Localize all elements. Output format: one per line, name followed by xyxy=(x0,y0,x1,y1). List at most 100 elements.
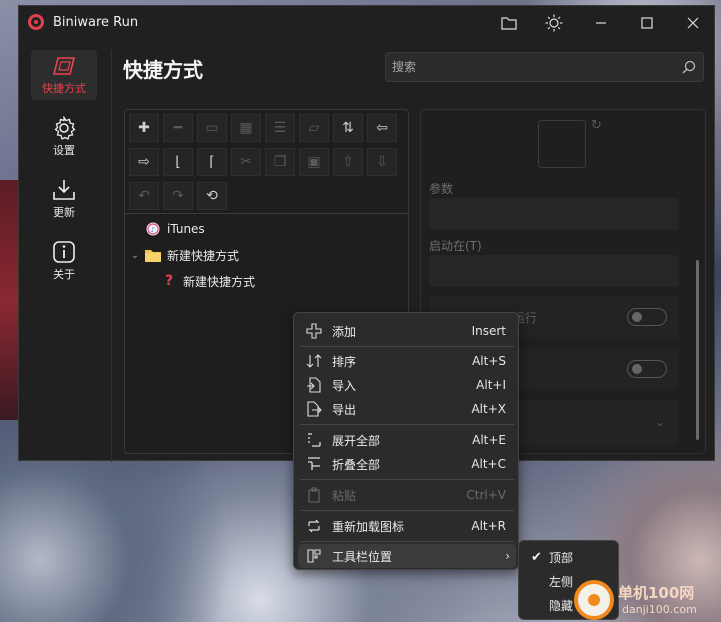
submenu-item-top[interactable]: ✔ 顶部 xyxy=(523,545,616,569)
edit-tool-button[interactable]: ▭ xyxy=(197,114,227,142)
search-icon[interactable] xyxy=(681,59,697,75)
close-button[interactable] xyxy=(678,12,708,34)
nav-item-about[interactable]: 关于 xyxy=(31,236,97,286)
option-toggle[interactable] xyxy=(627,360,667,378)
start-in-field[interactable] xyxy=(429,255,679,287)
export-tool-button[interactable]: ⇨ xyxy=(129,148,159,176)
watermark-logo-icon xyxy=(574,580,614,620)
shortcut-icon xyxy=(51,55,77,77)
itunes-icon: ♪ xyxy=(145,221,161,237)
panel-separator xyxy=(125,213,408,214)
menu-item-paste[interactable]: 粘贴 Ctrl+V xyxy=(298,483,516,507)
params-label: 参数 xyxy=(429,182,454,196)
scrollbar[interactable] xyxy=(696,260,699,440)
collapse-icon xyxy=(298,456,326,472)
menu-label: 折叠全部 xyxy=(332,457,381,472)
menu-item-collapse-all[interactable]: 折叠全部 Alt+C xyxy=(298,452,516,476)
folder-icon xyxy=(501,17,517,30)
watermark: 单机100网 danji100.com xyxy=(574,576,721,622)
app-title: Biniware Run xyxy=(53,15,139,30)
folder-tool-button[interactable]: ▱ xyxy=(299,114,329,142)
paste-icon: ▣ xyxy=(307,154,321,170)
redo-icon: ↷ xyxy=(172,188,184,204)
redo-tool-button[interactable]: ↷ xyxy=(163,182,193,210)
menu-item-expand-all[interactable]: 展开全部 Alt+E xyxy=(298,428,516,452)
chevron-right-icon: › xyxy=(505,549,510,563)
refresh-icon[interactable]: ↻ xyxy=(591,118,602,133)
move-down-tool-button[interactable]: ⇩ xyxy=(367,148,397,176)
grid-tool-button[interactable]: ▦ xyxy=(231,114,261,142)
context-menu: 添加 Insert 排序 Alt+S 导入 Alt+I 导出 Alt+X 展开全… xyxy=(293,312,519,570)
menu-item-reload-icons[interactable]: 重新加载图标 Alt+R xyxy=(298,514,516,538)
menu-item-toolbar-position[interactable]: 工具栏位置 › xyxy=(298,544,516,568)
nav-item-shortcuts[interactable]: 快捷方式 xyxy=(31,50,97,100)
menu-item-sort[interactable]: 排序 Alt+S xyxy=(298,349,516,373)
menu-shortcut: Alt+I xyxy=(476,378,506,392)
sort-tool-button[interactable]: ⇅ xyxy=(333,114,363,142)
cut-tool-button[interactable]: ✂ xyxy=(231,148,261,176)
menu-shortcut: Alt+C xyxy=(471,457,506,471)
menu-separator xyxy=(300,346,514,347)
page-title: 快捷方式 xyxy=(123,58,203,82)
expand-icon: ⌊ xyxy=(175,154,181,170)
watermark-text: 单机100网 xyxy=(618,584,695,602)
menu-shortcut: Alt+X xyxy=(471,402,506,416)
tree-item[interactable]: ♪ iTunes xyxy=(145,218,205,240)
maximize-button[interactable] xyxy=(632,12,662,34)
download-icon xyxy=(51,179,77,201)
submenu-label: 左侧 xyxy=(549,574,574,589)
tree-item-label: 新建快捷方式 xyxy=(167,248,240,263)
nav-divider xyxy=(111,50,112,462)
tree-item[interactable]: ? 新建快捷方式 xyxy=(161,270,255,292)
run-as-admin-toggle[interactable] xyxy=(627,308,667,326)
tree-item-label: iTunes xyxy=(167,222,205,236)
reload-icons-tool-button[interactable]: ⟲ xyxy=(197,182,227,210)
minimize-icon xyxy=(596,22,606,24)
menu-label: 导出 xyxy=(332,402,357,417)
import-tool-button[interactable]: ⇦ xyxy=(367,114,397,142)
add-tool-button[interactable]: ✚ xyxy=(129,114,159,142)
list-tool-button[interactable]: ☰ xyxy=(265,114,295,142)
shortcut-icon-preview[interactable] xyxy=(538,120,586,168)
params-field[interactable] xyxy=(429,198,679,230)
collapse-icon: ⌈ xyxy=(209,154,215,170)
close-icon xyxy=(687,17,699,29)
menu-item-export[interactable]: 导出 Alt+X xyxy=(298,397,516,421)
expand-tool-button[interactable]: ⌊ xyxy=(163,148,193,176)
undo-tool-button[interactable]: ↶ xyxy=(129,182,159,210)
search-input[interactable] xyxy=(392,58,662,76)
menu-separator xyxy=(300,424,514,425)
chevron-down-icon[interactable]: ⌄ xyxy=(129,247,141,263)
nav-label: 更新 xyxy=(53,205,75,219)
watermark-url: danji100.com xyxy=(622,603,697,616)
menu-shortcut: Alt+S xyxy=(472,354,506,368)
menu-shortcut: Alt+E xyxy=(472,433,506,447)
menu-shortcut: Alt+R xyxy=(471,519,506,533)
undo-icon: ↶ xyxy=(138,188,150,204)
arrow-up-icon: ⇧ xyxy=(342,154,354,170)
nav-item-settings[interactable]: 设置 xyxy=(31,112,97,162)
grid-icon: ▦ xyxy=(239,120,253,136)
menu-label: 排序 xyxy=(332,354,357,369)
sort-icon: ⇅ xyxy=(342,120,354,136)
theme-button[interactable] xyxy=(539,12,569,34)
remove-tool-button[interactable]: ━ xyxy=(163,114,193,142)
move-up-tool-button[interactable]: ⇧ xyxy=(333,148,363,176)
paste-tool-button[interactable]: ▣ xyxy=(299,148,329,176)
folder-button[interactable] xyxy=(494,12,524,34)
copy-tool-button[interactable]: ❐ xyxy=(265,148,295,176)
minimize-button[interactable] xyxy=(586,12,616,34)
menu-shortcut: Insert xyxy=(471,324,506,338)
collapse-tool-button[interactable]: ⌈ xyxy=(197,148,227,176)
menu-item-import[interactable]: 导入 Alt+I xyxy=(298,373,516,397)
tree-item[interactable]: ⌄ 新建快捷方式 xyxy=(129,244,239,266)
start-in-label: 启动在(T) xyxy=(429,239,482,253)
nav-item-update[interactable]: 更新 xyxy=(31,174,97,224)
tree-item-label: 新建快捷方式 xyxy=(183,274,256,289)
maximize-icon xyxy=(641,17,653,29)
chevron-down-icon: ⌄ xyxy=(654,415,665,429)
info-icon xyxy=(51,240,77,263)
menu-shortcut: Ctrl+V xyxy=(466,488,506,502)
menu-item-add[interactable]: 添加 Insert xyxy=(298,319,516,343)
submenu-label: 顶部 xyxy=(549,550,574,565)
